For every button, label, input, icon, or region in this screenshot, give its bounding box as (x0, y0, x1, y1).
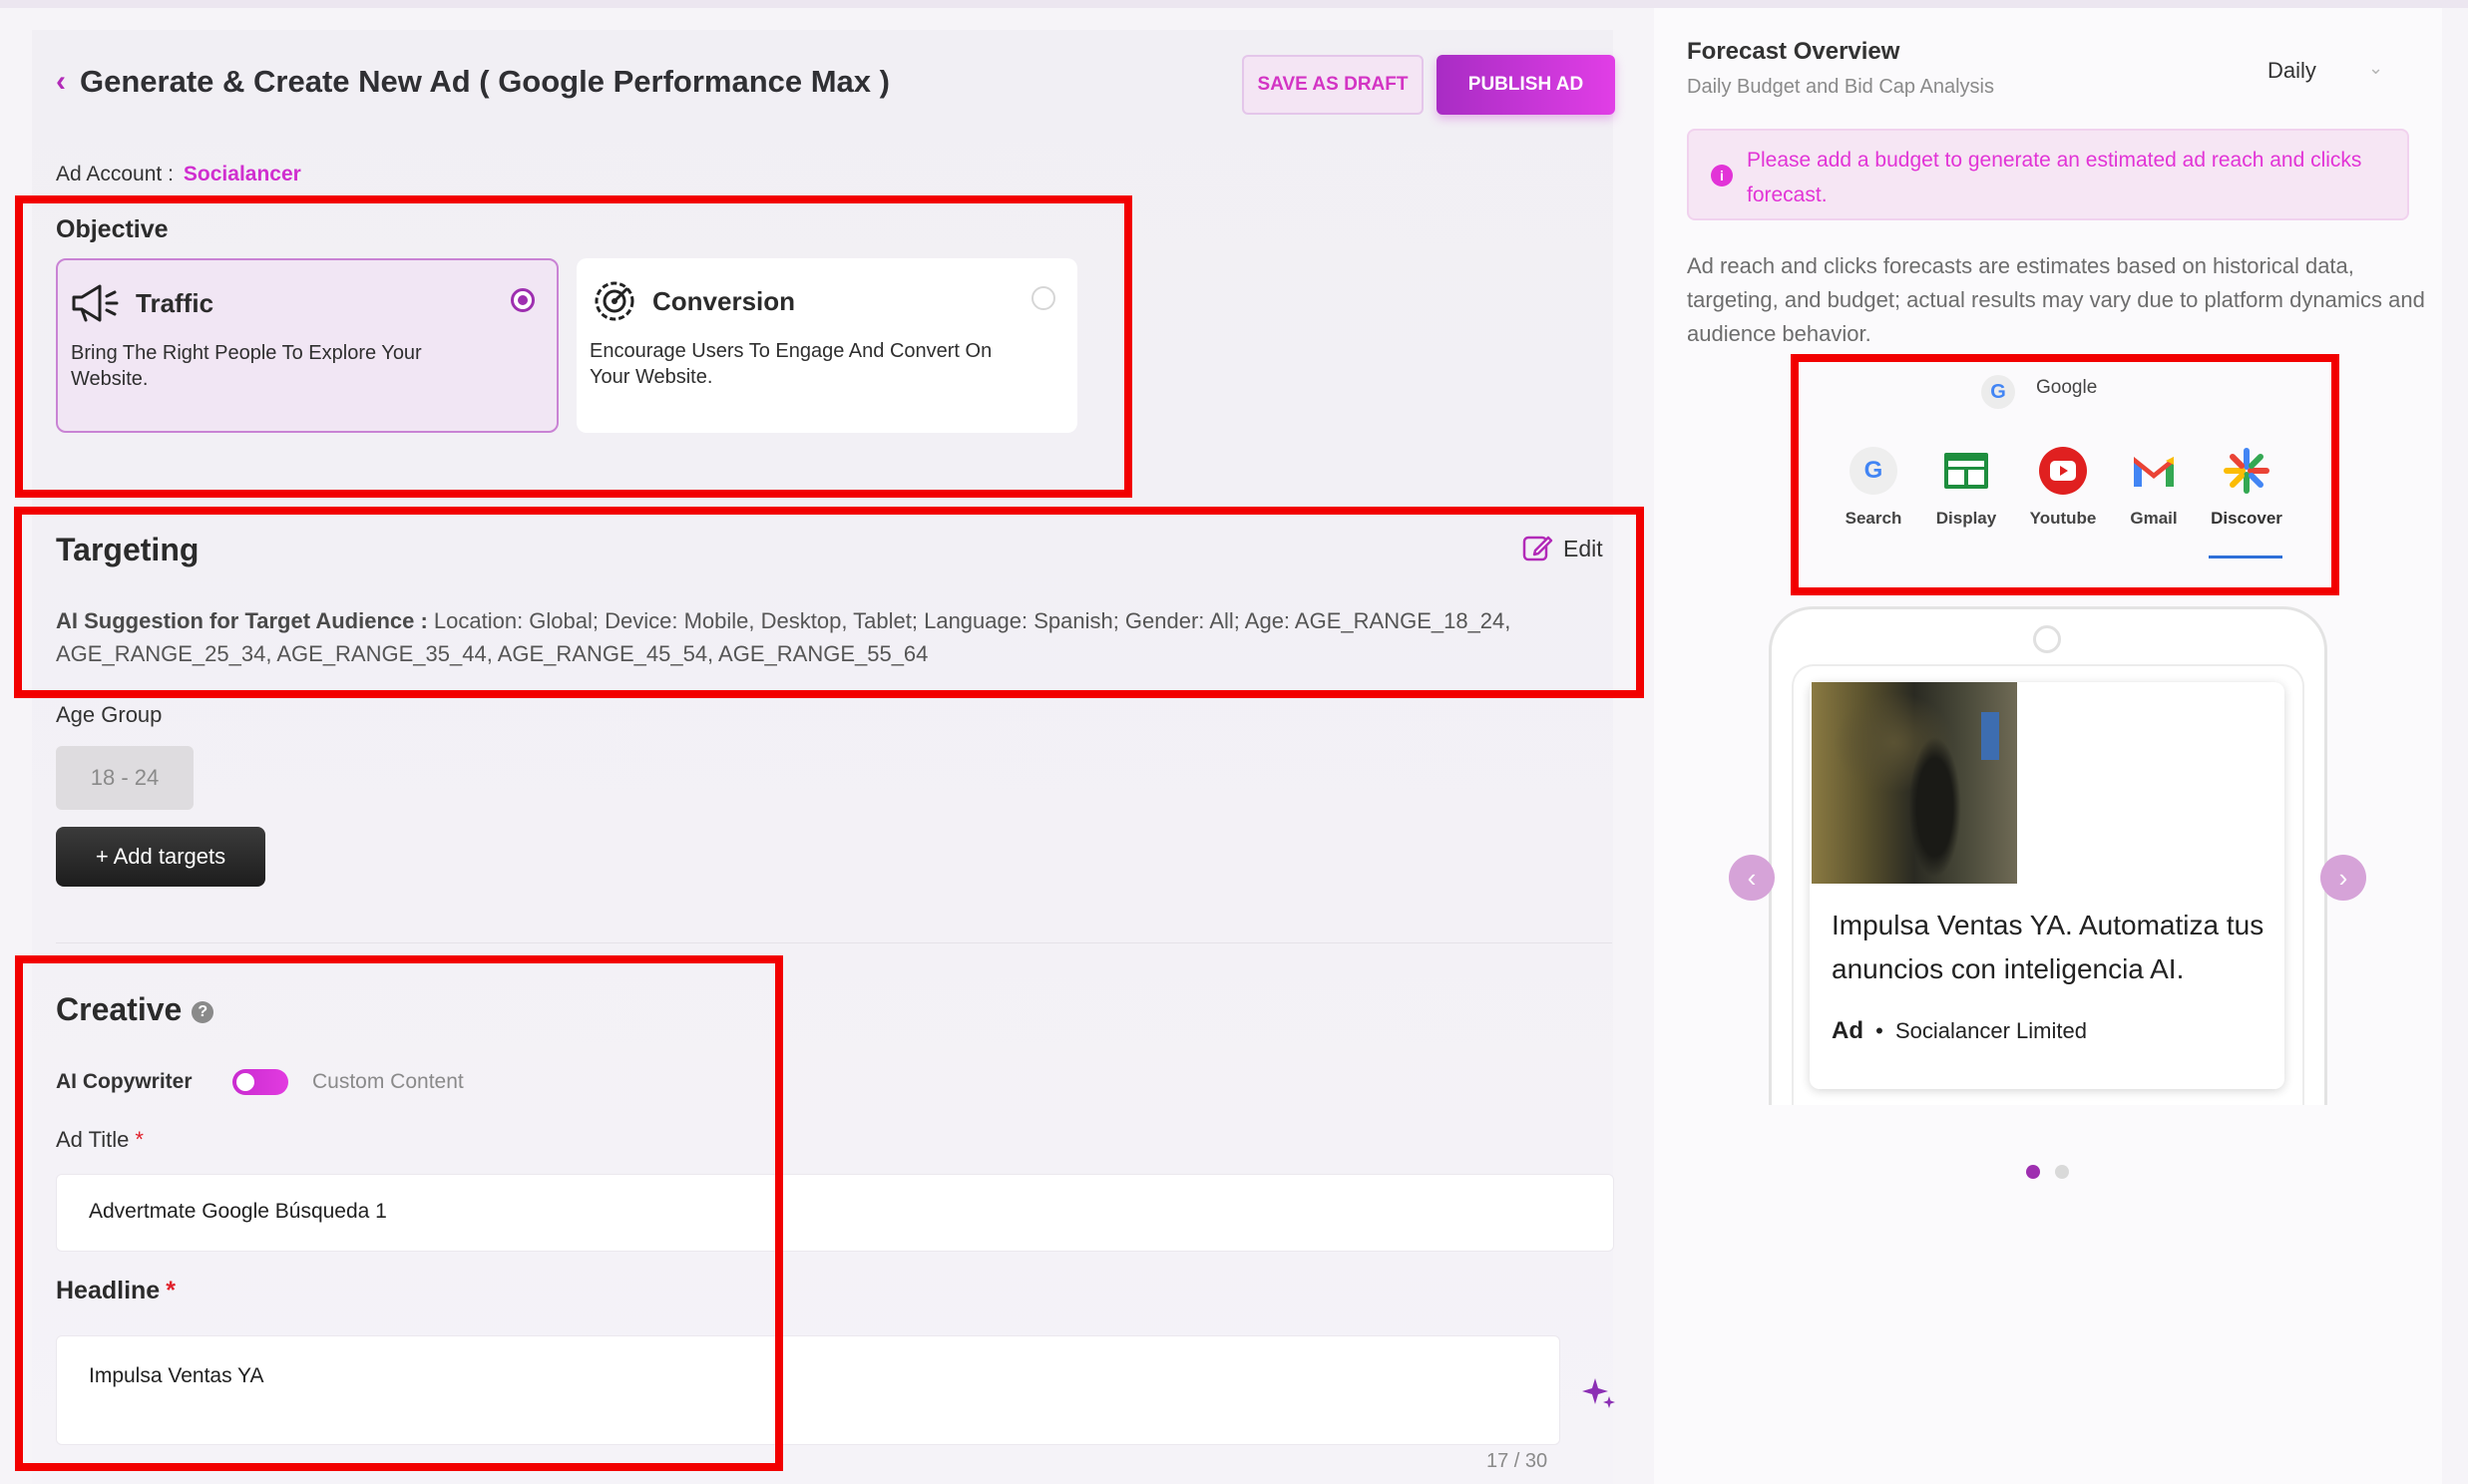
megaphone-icon (72, 284, 119, 322)
platform-display[interactable]: Display (1918, 447, 2014, 529)
edit-icon (1522, 536, 1553, 561)
forecast-subtitle: Daily Budget and Bid Cap Analysis (1687, 76, 1994, 98)
headline-label: Headline * (56, 1277, 176, 1305)
platform-search-label: Search (1845, 509, 1902, 528)
carousel-dot-active[interactable] (2026, 1165, 2040, 1179)
carousel-prev-button[interactable]: ‹ (1729, 855, 1775, 901)
objective-conversion-title: Conversion (652, 286, 796, 316)
add-targets-button[interactable]: + Add targets (56, 827, 265, 887)
ad-title-label-text: Ad Title (56, 1127, 130, 1152)
budget-alert-text: Please add a budget to generate an estim… (1747, 149, 2362, 206)
ad-account-value[interactable]: Socialancer (184, 163, 301, 186)
content-mode-toggle[interactable] (232, 1069, 288, 1095)
objective-traffic-card[interactable]: Traffic Bring The Right People To Explor… (56, 258, 559, 433)
targeting-edit-button[interactable]: Edit (1521, 533, 1603, 564)
google-g-icon: G (1981, 375, 2015, 409)
platform-discover[interactable]: Discover (2199, 447, 2294, 529)
ad-preview-card: Impulsa Ventas YA. Automatiza tus anunci… (1810, 682, 2284, 1089)
objective-conversion-desc: Encourage Users To Engage And Convert On… (590, 340, 993, 388)
objective-traffic-radio[interactable] (511, 288, 535, 312)
headline-label-text: Headline (56, 1277, 161, 1304)
objective-traffic-title: Traffic (136, 288, 214, 318)
ad-title-value: Advertmate Google Búsqueda 1 (89, 1200, 387, 1223)
objective-traffic-desc: Bring The Right People To Explore Your W… (71, 342, 422, 390)
gmail-icon (2134, 457, 2174, 487)
headline-char-counter: 17 / 30 (1486, 1450, 1548, 1472)
bullet-separator: • (1875, 1018, 1883, 1043)
publish-ad-button[interactable]: PUBLISH AD (1437, 55, 1615, 115)
ad-account: Ad Account : Socialancer (56, 163, 301, 186)
platform-search[interactable]: G Search (1826, 447, 1921, 529)
ad-label: Ad (1832, 1017, 1863, 1044)
carousel-dot[interactable] (2055, 1165, 2069, 1179)
required-mark: * (135, 1127, 144, 1152)
forecast-title: Forecast Overview (1687, 38, 1900, 65)
page-title-text: Generate & Create New Ad ( Google Perfor… (80, 64, 890, 99)
network-label: Google (2036, 377, 2098, 398)
objective-heading: Objective (56, 215, 169, 243)
save-as-draft-button[interactable]: SAVE AS DRAFT (1242, 55, 1424, 115)
ai-target-suggestion: AI Suggestion for Target Audience : Loca… (56, 604, 1602, 670)
google-search-icon: G (1850, 447, 1897, 495)
ad-preview-meta: Ad • Socialancer Limited (1832, 1017, 2087, 1045)
page-title: ‹ Generate & Create New Ad ( Google Perf… (56, 64, 890, 100)
platform-gmail-label: Gmail (2130, 509, 2178, 528)
info-icon: i (1711, 165, 1733, 186)
creative-heading: Creative ? (56, 991, 214, 1028)
top-bar (0, 0, 2468, 8)
section-divider (56, 942, 1612, 943)
ad-image (1812, 682, 2017, 884)
discover-icon (2224, 448, 2269, 494)
custom-content-label: Custom Content (312, 1070, 464, 1093)
ad-title-input[interactable]: Advertmate Google Búsqueda 1 (56, 1174, 1614, 1252)
age-group-label: Age Group (56, 702, 163, 727)
budget-alert: i Please add a budget to generate an est… (1687, 129, 2409, 220)
headline-value: Impulsa Ventas YA (89, 1364, 264, 1387)
platform-display-label: Display (1935, 509, 1997, 528)
period-select[interactable]: Daily (2267, 58, 2316, 84)
ai-sparkle-icon[interactable] (1581, 1374, 1617, 1410)
ad-title-label: Ad Title * (56, 1127, 144, 1153)
suggestion-label: AI Suggestion for Target Audience : (56, 608, 428, 633)
platform-gmail[interactable]: Gmail (2106, 447, 2202, 529)
back-chevron-icon[interactable]: ‹ (56, 65, 66, 99)
active-platform-underline (2209, 556, 2282, 558)
objective-conversion-card[interactable]: Conversion Encourage Users To Engage And… (577, 258, 1077, 433)
phone-camera (2033, 625, 2061, 653)
edit-label: Edit (1563, 535, 1603, 561)
chevron-down-icon[interactable]: ⌄ (2368, 58, 2383, 79)
youtube-icon (2039, 447, 2087, 495)
required-mark: * (166, 1277, 176, 1304)
ad-preview-headline: Impulsa Ventas YA. Automatiza tus anunci… (1832, 910, 2264, 984)
platform-youtube[interactable]: Youtube (2015, 447, 2111, 529)
display-icon (1944, 453, 1988, 489)
creative-heading-text: Creative (56, 991, 183, 1027)
age-group-chip[interactable]: 18 - 24 (56, 746, 194, 810)
target-gear-icon (595, 281, 634, 321)
objective-conversion-radio[interactable] (1031, 286, 1055, 310)
ad-account-label: Ad Account : (56, 163, 174, 186)
platform-youtube-label: Youtube (2029, 509, 2097, 528)
forecast-disclaimer: Ad reach and clicks forecasts are estima… (1687, 253, 2425, 346)
ad-form-panel (32, 30, 1613, 1484)
carousel-next-button[interactable]: › (2320, 855, 2366, 901)
targeting-heading: Targeting (56, 532, 200, 567)
ai-copywriter-label: AI Copywriter (56, 1070, 193, 1093)
advertiser-name: Socialancer Limited (1894, 1018, 2087, 1043)
platform-discover-label: Discover (2211, 509, 2282, 528)
help-icon[interactable]: ? (192, 1000, 214, 1023)
headline-input[interactable]: Impulsa Ventas YA (56, 1335, 1560, 1445)
